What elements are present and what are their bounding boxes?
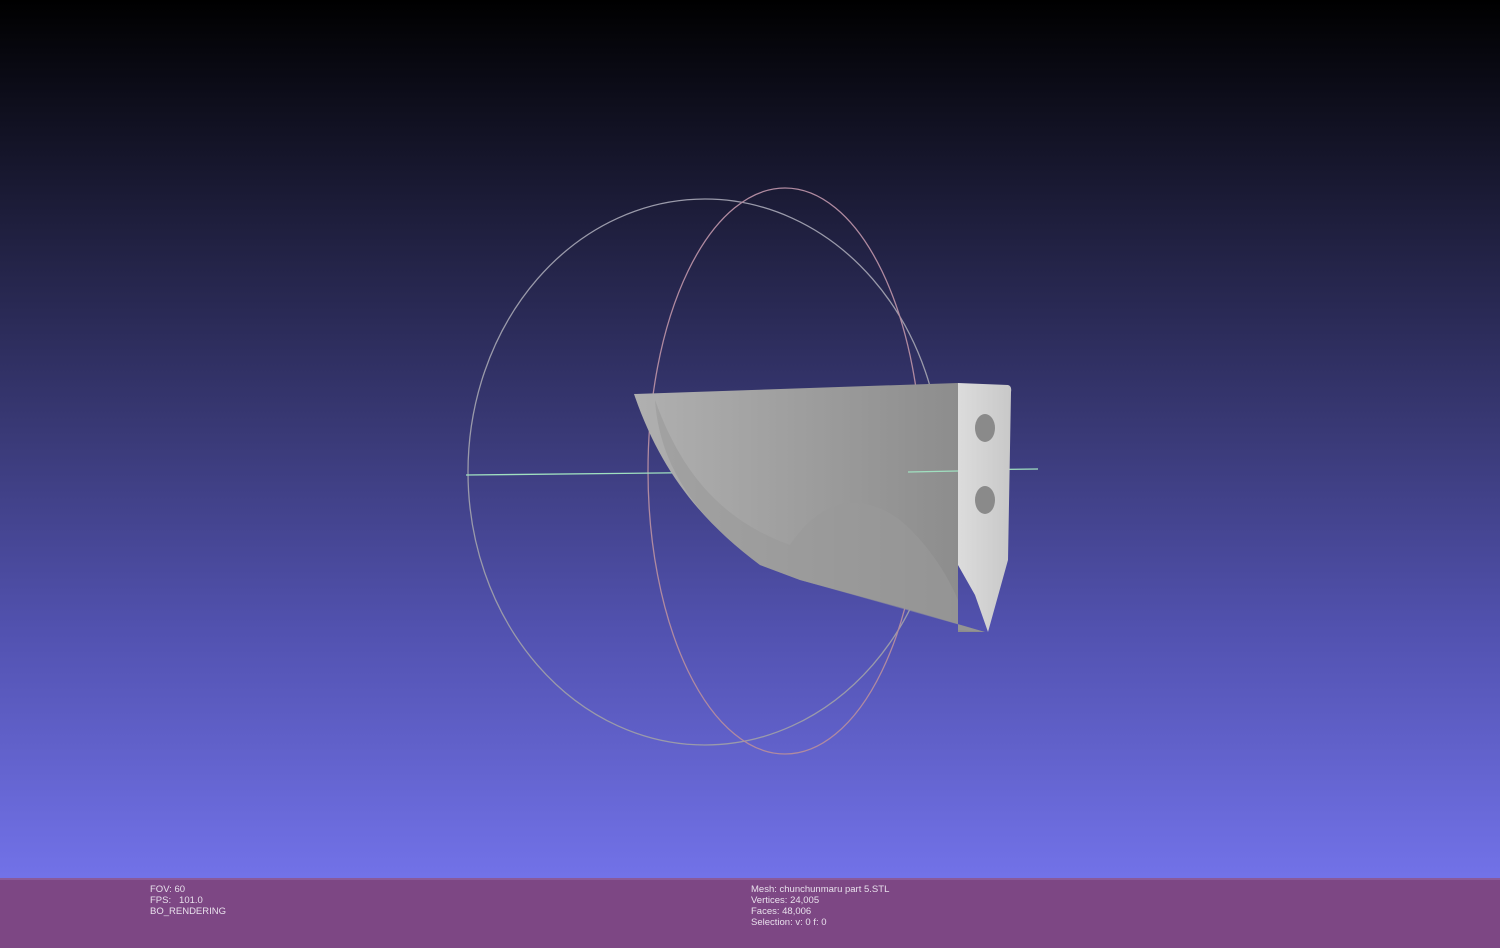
mounting-hole-bottom [975,486,995,514]
selection-label: Selection: v: 0 f: 0 [751,917,827,928]
fov-label: FOV: 60 [150,884,186,895]
vertices-label: Vertices: 24,005 [751,895,820,906]
scene [465,187,1039,755]
mesh-model[interactable] [634,383,1012,632]
mounting-hole-top [975,414,995,442]
render-info: FOV: 60 FPS: 101.0 BO_RENDERING [150,884,226,917]
render-mode-label: BO_RENDERING [150,906,227,917]
mesh-info: Mesh: chunchunmaru part 5.STL Vertices: … [751,884,889,928]
3d-viewport[interactable] [0,0,1500,878]
faces-label: Faces: 48,006 [751,906,812,917]
status-bar: FOV: 60 FPS: 101.0 BO_RENDERING Mesh: ch… [0,878,1500,948]
mesh-name-label: Mesh: chunchunmaru part 5.STL [751,884,890,895]
fps-label: FPS: 101.0 [150,895,203,906]
